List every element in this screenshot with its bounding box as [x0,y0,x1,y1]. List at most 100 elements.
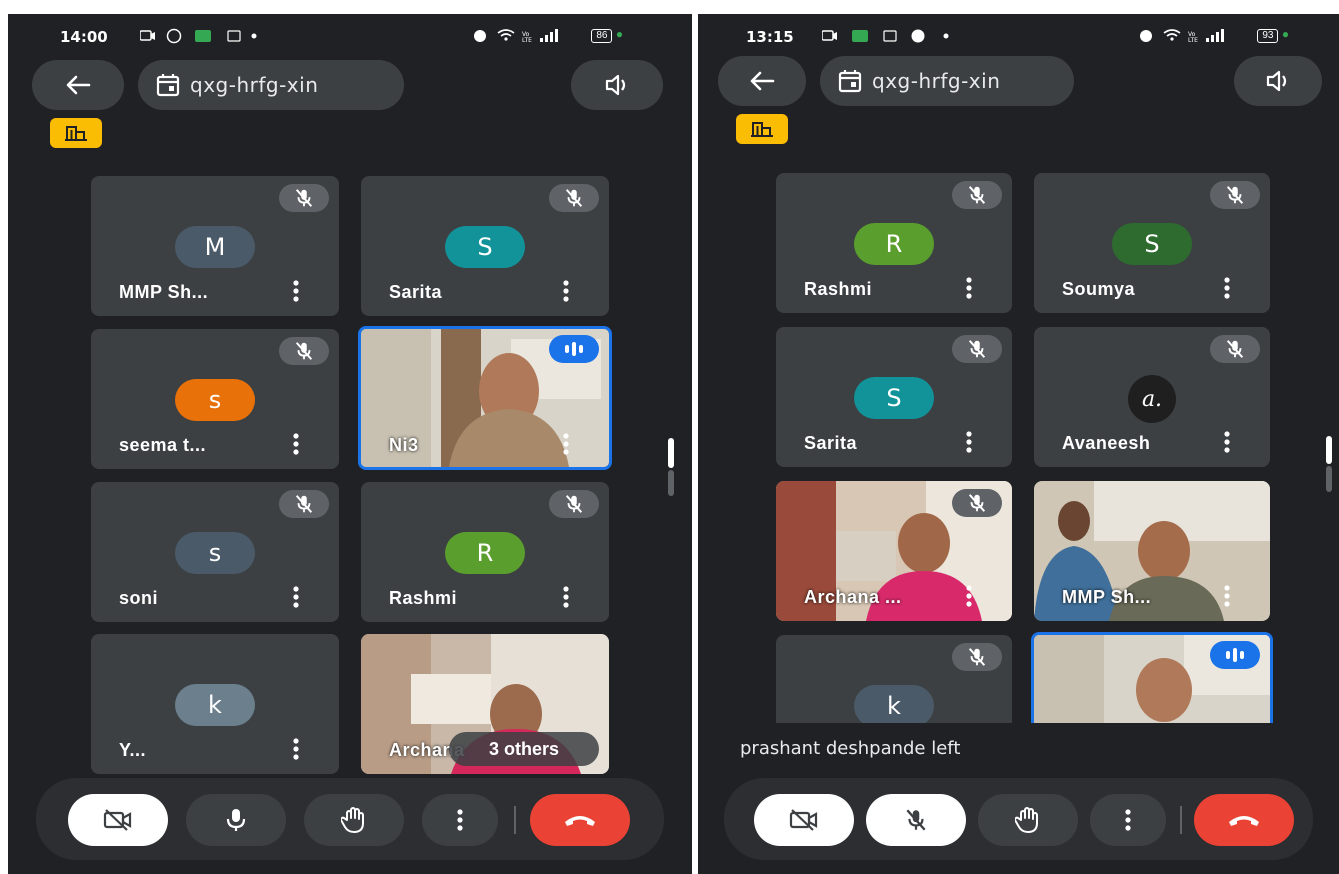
mic-off-icon [968,648,986,666]
participant-name: Y... [119,740,147,760]
breakout-room-badge[interactable] [50,118,102,148]
more-vert-icon[interactable] [966,277,972,299]
more-vert-icon[interactable] [1224,585,1230,607]
mic-off-indicator [1210,181,1260,209]
status-time: 13:15 [746,28,794,46]
mic-off-icon [295,495,313,513]
scrollbar-track[interactable] [1326,466,1332,492]
participant-video-tile[interactable]: Ni3 [358,326,612,470]
participant-tile[interactable]: M MMP Sh... [91,176,339,316]
calendar-icon [156,74,180,97]
participant-name: Soumya [1062,279,1136,299]
others-count: 3 others [488,738,560,759]
meeting-code-button[interactable]: qxg-hrfg-xin [138,60,404,110]
status-time: 14:00 [60,28,108,46]
mic-off-indicator [279,490,329,518]
camera-toggle-button[interactable] [754,794,854,846]
raise-hand-button[interactable] [978,794,1078,846]
divider [514,806,516,834]
more-vert-icon[interactable] [293,586,299,608]
raise-hand-icon [1015,807,1038,833]
more-options-button[interactable] [1090,794,1166,846]
mic-toggle-button[interactable] [186,794,286,846]
more-vert-icon[interactable] [1224,277,1230,299]
more-vert-icon[interactable] [563,586,569,608]
breakout-room-badge[interactable] [736,114,788,144]
participant-video-tile[interactable] [1031,632,1273,723]
participant-name: Archana ... [804,587,902,607]
participant-tile[interactable]: a. Avaneesh [1034,327,1270,467]
back-button[interactable] [32,60,124,110]
more-vert-icon[interactable] [1224,431,1230,453]
meeting-code-button[interactable]: qxg-hrfg-xin [820,56,1074,106]
participant-tile[interactable]: k Y... [91,634,339,774]
scrollbar-thumb[interactable] [1326,436,1332,464]
breakout-room-icon [65,126,87,141]
more-vert-icon [1125,809,1131,831]
end-call-button[interactable] [530,794,630,846]
participant-tile[interactable]: k [776,635,1012,723]
participant-tile[interactable]: s seema t... [91,329,339,469]
mic-off-icon [968,494,986,512]
mic-off-indicator [952,643,1002,671]
avatar: s [175,379,255,421]
participant-tile[interactable]: R Rashmi [776,173,1012,313]
more-vert-icon[interactable] [966,431,972,453]
call-controls [36,778,664,860]
more-options-button[interactable] [422,794,498,846]
others-chip[interactable]: 3 others [449,732,599,766]
participant-tile[interactable]: s soni [91,482,339,622]
avatar: M [175,226,255,268]
speaking-indicator [1210,641,1260,669]
camera-toggle-button[interactable] [68,794,168,846]
participant-tile[interactable]: S Sarita [361,176,609,316]
avatar: S [854,377,934,419]
more-vert-icon[interactable] [563,280,569,302]
audio-output-button[interactable] [571,60,663,110]
more-vert-icon[interactable] [293,433,299,455]
participant-name: Sarita [389,282,443,302]
participant-name: MMP Sh... [119,282,209,302]
mic-off-icon [906,809,926,831]
back-button[interactable] [718,56,806,106]
speaker-icon [605,74,626,96]
participant-video-tile[interactable]: Archana ... [776,481,1012,621]
mic-off-indicator [279,184,329,212]
status-bar: 14:00 Vo LTE 86 ● [8,14,692,58]
mic-off-indicator [1210,335,1260,363]
participant-video-tile[interactable]: Archana 3 others [361,634,609,774]
more-vert-icon[interactable] [563,433,569,455]
scrollbar-thumb[interactable] [668,438,674,468]
mic-off-icon [565,189,583,207]
more-vert-icon [457,809,463,831]
meet-screen-right: 13:15 Vo LTE 93 ● qxg-hrfg-xin R Rashmi S… [698,14,1339,874]
battery-indicator: 86 [591,29,613,44]
more-vert-icon[interactable] [293,280,299,302]
participant-video-tile[interactable]: MMP Sh... [1034,481,1270,621]
end-call-button[interactable] [1194,794,1294,846]
mic-off-indicator [279,337,329,365]
scrollbar-track[interactable] [668,470,674,496]
mic-off-indicator [952,335,1002,363]
avatar: k [175,684,255,726]
speaking-indicator [549,335,599,363]
audio-output-button[interactable] [1234,56,1322,106]
mic-toggle-button[interactable] [866,794,966,846]
participant-tile[interactable]: R Rashmi [361,482,609,622]
participant-tile[interactable]: S Sarita [776,327,1012,467]
meeting-code: qxg-hrfg-xin [872,69,1001,93]
more-vert-icon[interactable] [966,585,972,607]
more-vert-icon[interactable] [293,738,299,760]
notification-icons [821,28,952,47]
participant-name: soni [119,588,159,608]
meet-screen-left: 14:00 Vo LTE 86 ● qxg-hrfg-xin M MMP Sh..… [8,14,692,874]
mic-icon [226,809,246,831]
avatar: R [445,532,525,574]
end-call-icon [565,816,595,826]
meeting-code: qxg-hrfg-xin [190,73,319,97]
avatar: S [445,226,525,268]
participant-tile[interactable]: S Soumya [1034,173,1270,313]
mic-off-icon [968,186,986,204]
mic-off-icon [1226,340,1244,358]
raise-hand-button[interactable] [304,794,404,846]
